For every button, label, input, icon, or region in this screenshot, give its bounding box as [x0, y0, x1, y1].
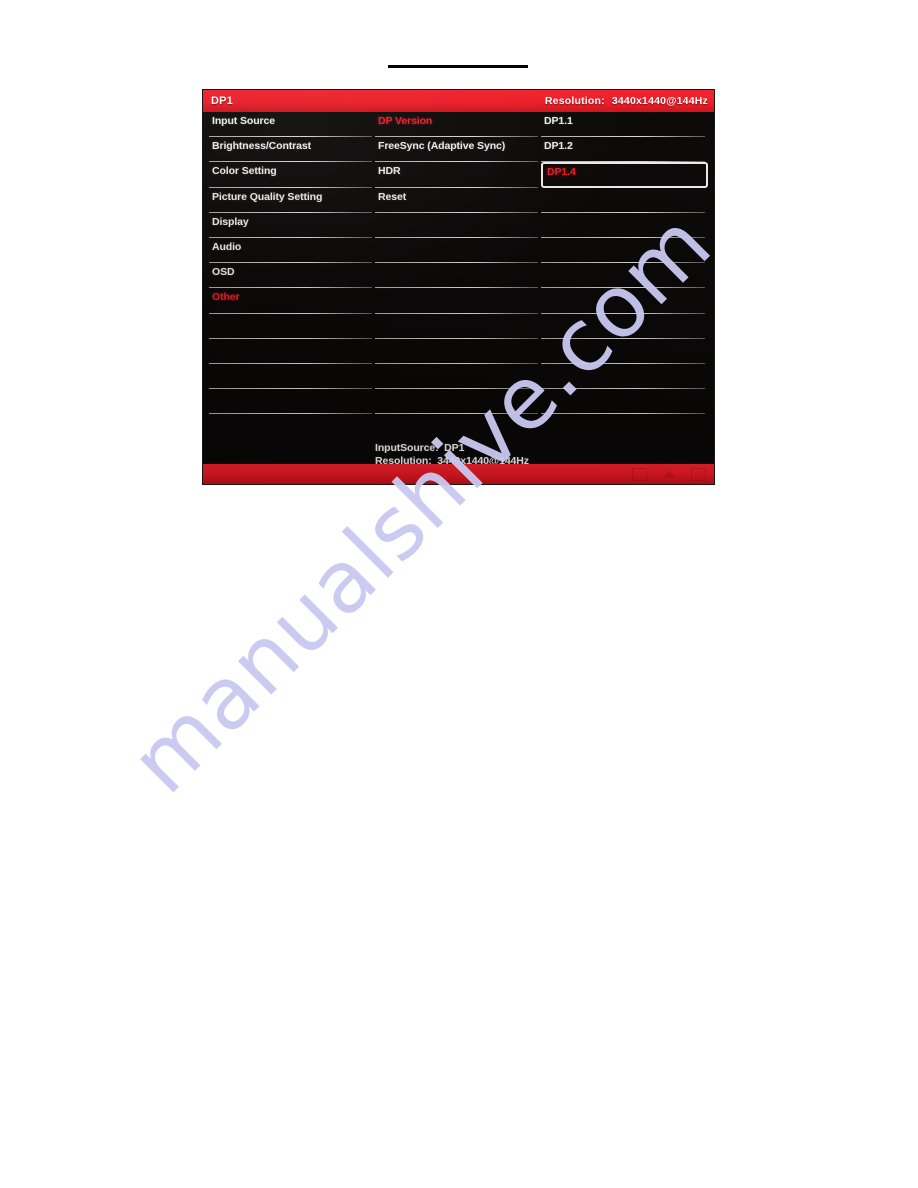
- menu-item-row-8: [209, 314, 375, 339]
- submenu-item-row-11: [375, 389, 541, 415]
- option-item-row-9: [541, 339, 708, 364]
- submenu-item-row-1[interactable]: FreeSync (Adaptive Sync): [375, 137, 541, 163]
- menu-item-row-4[interactable]: Display: [209, 213, 375, 238]
- menu-item-row-10: [209, 364, 375, 390]
- menu-item-row-3[interactable]: Picture Quality Setting: [209, 188, 375, 213]
- osd-input-source-label: DP1: [211, 95, 233, 107]
- menu-item-label: Audio: [212, 240, 242, 253]
- menu-item-row-0[interactable]: Input Source: [209, 112, 375, 138]
- osd-title-bar: DP1 Resolution: 3440x1440@144Hz: [203, 90, 714, 112]
- submenu-item-row-3[interactable]: Reset: [375, 188, 541, 213]
- option-item-row-5: [541, 238, 708, 264]
- menu-item-label: Display: [212, 215, 249, 228]
- menu-item-row-1[interactable]: Brightness/Contrast: [209, 137, 375, 163]
- osd-column-submenu: DP Version FreeSync (Adaptive Sync) HDR Res…: [375, 112, 541, 462]
- option-item-row-12: [541, 414, 708, 439]
- menu-item-row-7[interactable]: Other: [209, 288, 375, 314]
- menu-item-row-2[interactable]: Color Setting: [209, 162, 375, 188]
- menu-item-row-11: [209, 389, 375, 415]
- submenu-item-row-5: [375, 238, 541, 264]
- menu-item-row-9: [209, 339, 375, 364]
- submenu-item-label: DP Version: [378, 115, 433, 127]
- option-item-row-0[interactable]: DP1.1: [541, 112, 708, 138]
- submenu-item-row-10: [375, 364, 541, 390]
- menu-item-label: OSD: [212, 266, 235, 279]
- osd-menu-screenshot: DP1 Resolution: 3440x1440@144Hz Input So…: [203, 90, 714, 484]
- option-item-label: DP1.2: [544, 140, 573, 153]
- up-arrow-glyph-icon[interactable]: [663, 470, 675, 478]
- menu-item-row-5[interactable]: Audio: [209, 238, 375, 264]
- submenu-item-label: Reset: [378, 190, 407, 203]
- option-item-row-4: [541, 213, 708, 238]
- osd-column-options: DP1.1 DP1.2 DP1.4: [541, 112, 708, 462]
- menu-item-label: Input Source: [212, 115, 275, 127]
- submenu-item-row-12: [375, 414, 541, 439]
- menu-item-label: Picture Quality Setting: [212, 190, 323, 203]
- osd-resolution-value: 3440x1440@144Hz: [611, 95, 708, 107]
- option-item-label: DP1.4: [547, 166, 576, 179]
- submenu-item-row-0[interactable]: DP Version: [375, 112, 541, 138]
- option-item-row-10: [541, 364, 708, 390]
- submenu-item-row-6: [375, 263, 541, 289]
- menu-item-label: Other: [212, 291, 240, 304]
- submenu-item-row-8: [375, 314, 541, 339]
- option-item-row-6: [541, 263, 708, 289]
- submenu-item-row-7: [375, 288, 541, 314]
- submenu-item-row-9: [375, 339, 541, 364]
- menu-item-row-6[interactable]: OSD: [209, 263, 375, 289]
- option-item-row-2[interactable]: DP1.4: [541, 162, 708, 188]
- osd-info-input-source: InputSource: DP1: [375, 442, 465, 454]
- horizontal-rule: [388, 65, 528, 68]
- option-item-row-8: [541, 314, 708, 339]
- submenu-item-row-4: [375, 213, 541, 238]
- osd-column-main-menu: Input Source Brightness/Contrast Color Set…: [209, 112, 375, 462]
- menu-item-label: Brightness/Contrast: [212, 140, 312, 153]
- option-item-label: DP1.1: [544, 115, 573, 127]
- option-item-row-3: [541, 188, 708, 213]
- menu-item-row-12: [209, 414, 375, 439]
- submenu-item-row-2[interactable]: HDR: [375, 162, 541, 188]
- exit-glyph-icon[interactable]: [691, 467, 706, 481]
- osd-footer-bar: [203, 464, 714, 484]
- option-item-row-7: [541, 288, 708, 314]
- osd-resolution-caption: Resolution:: [544, 95, 605, 107]
- option-item-row-11: [541, 389, 708, 415]
- menu-glyph-icon[interactable]: [632, 467, 647, 481]
- menu-item-label: Color Setting: [212, 165, 277, 178]
- submenu-item-label: FreeSync (Adaptive Sync): [378, 140, 506, 153]
- option-item-row-1[interactable]: DP1.2: [541, 137, 708, 163]
- osd-resolution-readout: Resolution: 3440x1440@144Hz: [545, 95, 708, 107]
- submenu-item-label: HDR: [378, 165, 401, 178]
- osd-menu-body: Input Source Brightness/Contrast Color Set…: [203, 112, 714, 467]
